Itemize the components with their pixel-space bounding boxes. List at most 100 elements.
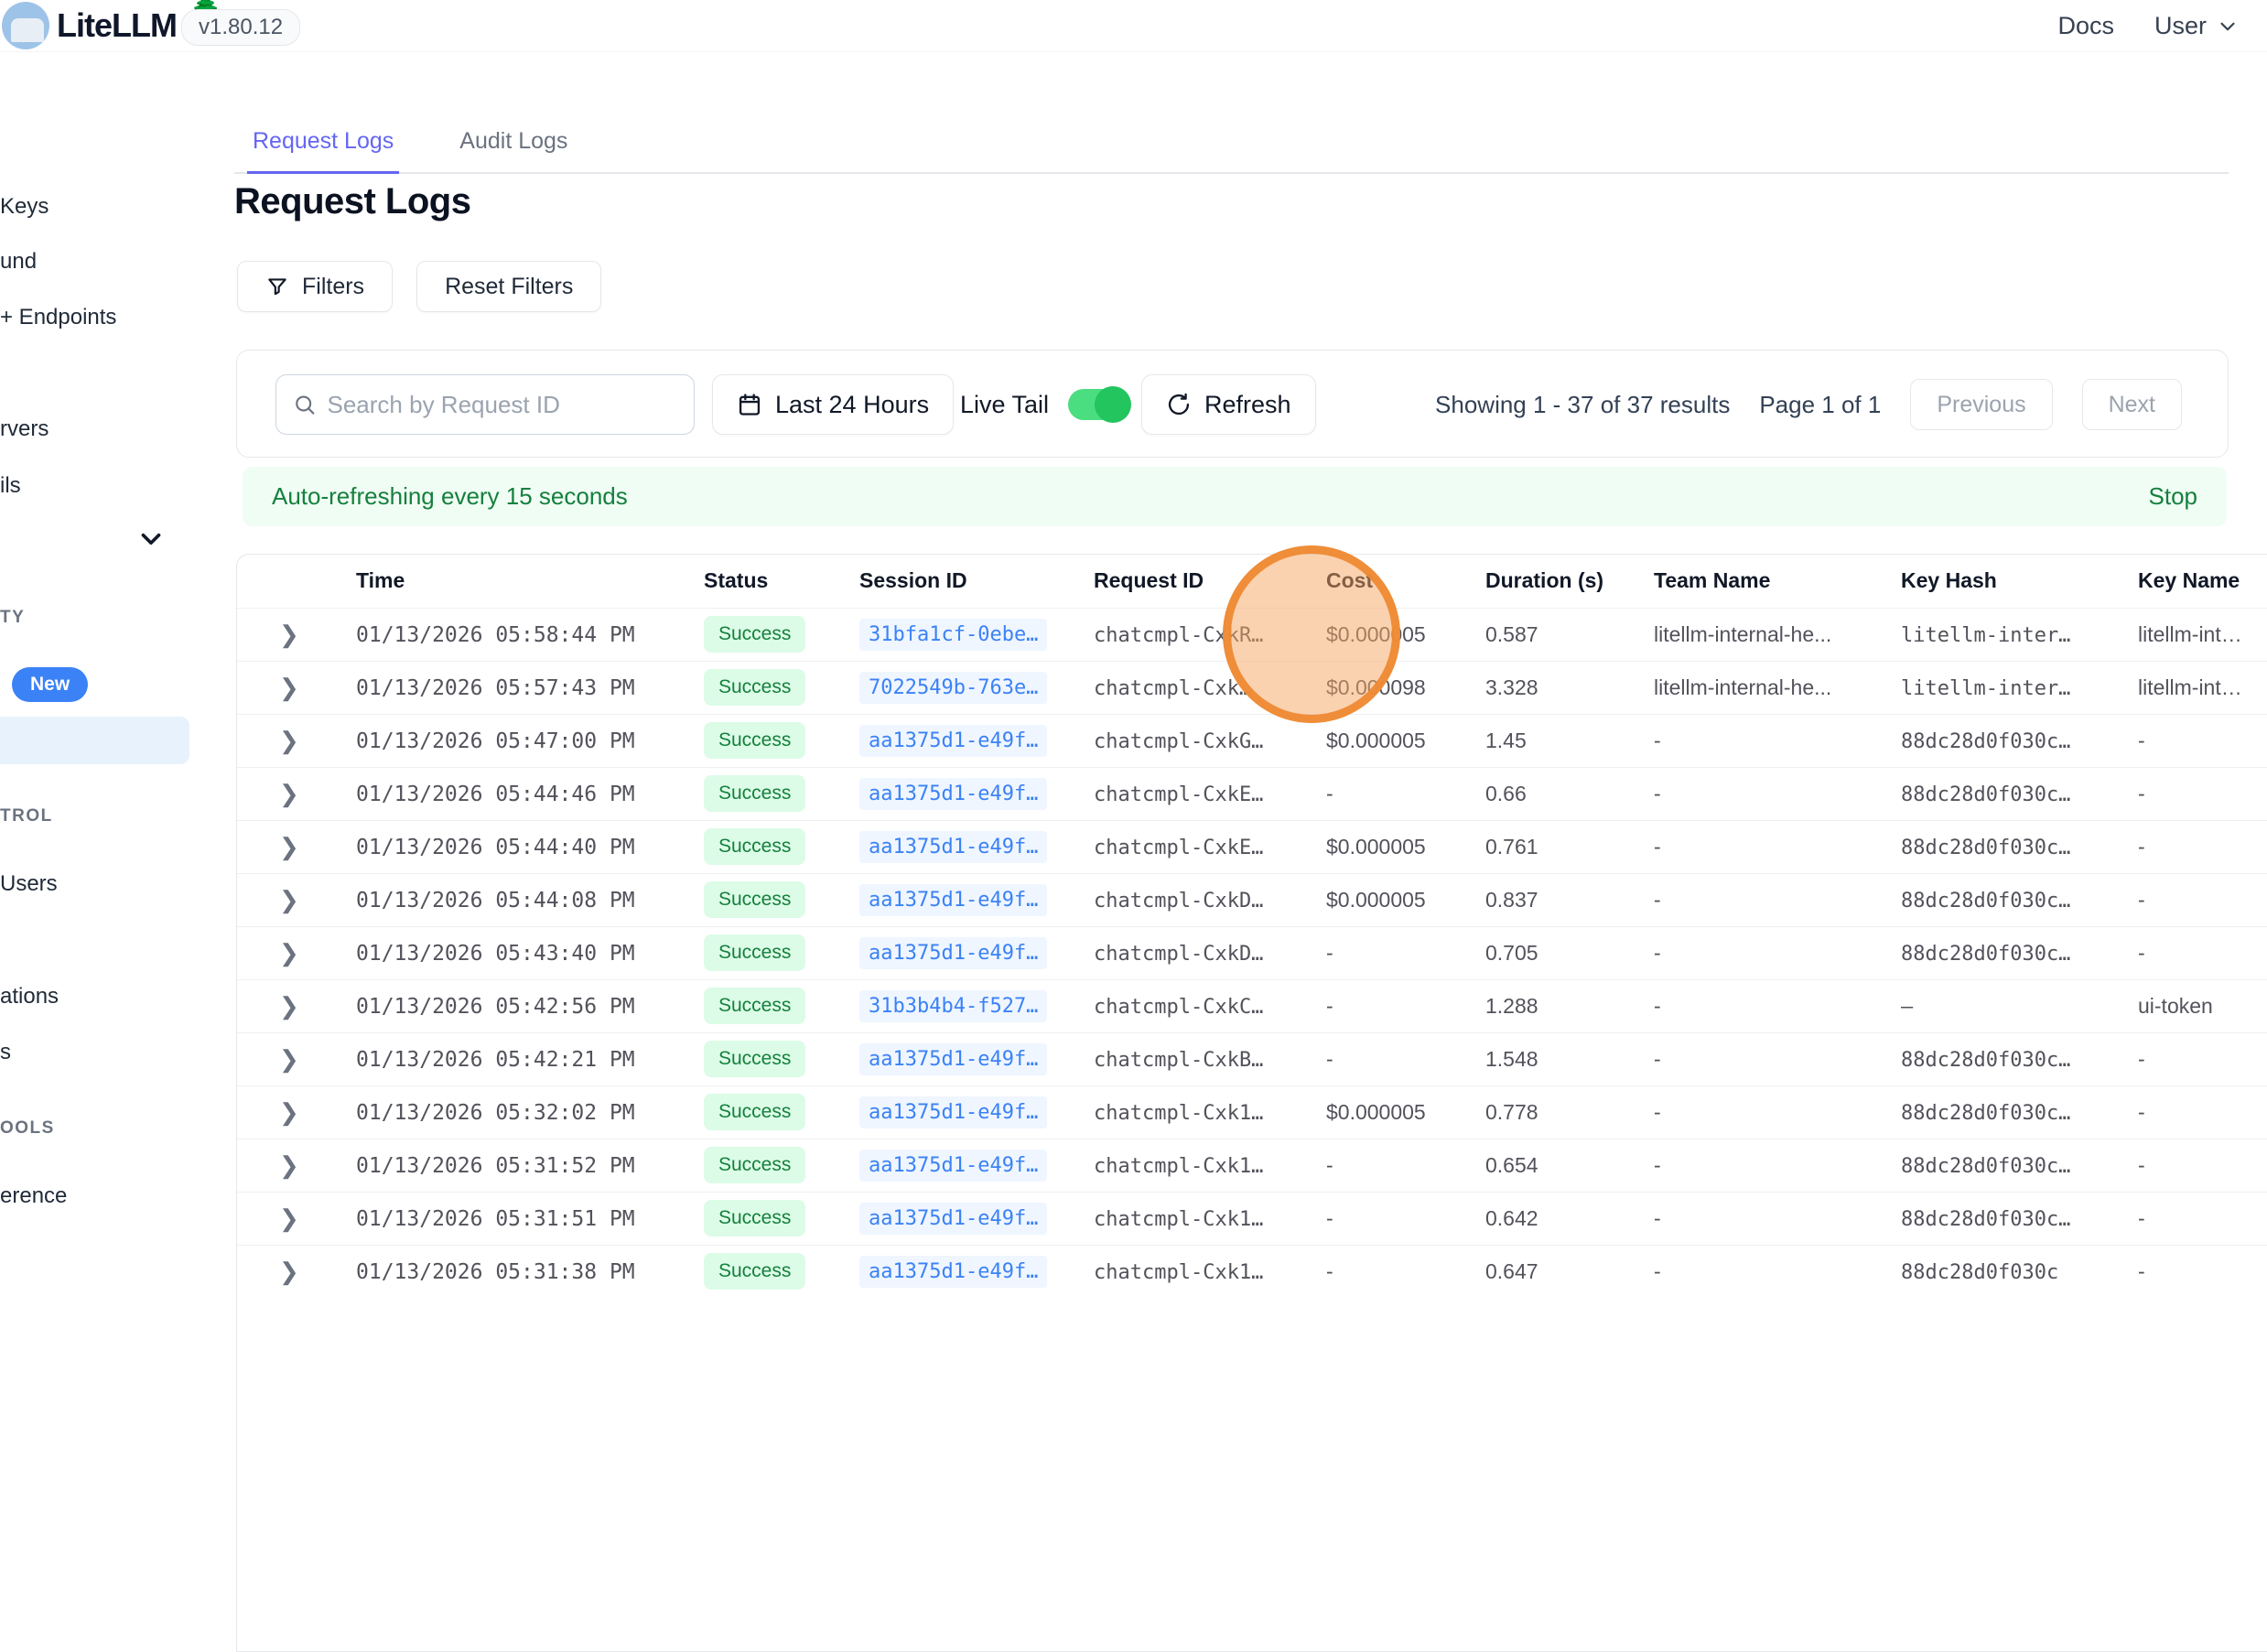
- filters-button[interactable]: Filters: [237, 261, 393, 312]
- chevron-right-icon[interactable]: ❯: [279, 1151, 299, 1179]
- session-id-link[interactable]: aa1375d1-e49f…: [859, 1150, 1047, 1182]
- session-id-link[interactable]: 31bfa1cf-0ebe…: [859, 619, 1047, 651]
- session-id-link[interactable]: aa1375d1-e49f…: [859, 1256, 1047, 1288]
- session-id-link[interactable]: 31b3b4b4-f527…: [859, 990, 1047, 1022]
- sidebar-collapse-chevron-icon[interactable]: [135, 524, 167, 555]
- time-cell: 01/13/2026 05:47:00 PM: [356, 729, 635, 753]
- cost-cell: -: [1326, 1206, 1333, 1230]
- sidebar-item-keys[interactable]: Keys: [0, 194, 49, 220]
- sidebar-item-selected[interactable]: [0, 717, 189, 764]
- session-id-link[interactable]: aa1375d1-e49f…: [859, 937, 1047, 969]
- sidebar-item-ations[interactable]: ations: [0, 984, 59, 1010]
- key-hash-cell: 88dc28d0f030c…: [1901, 890, 2070, 912]
- column-header-key-hash: Key Hash: [1901, 555, 2138, 608]
- docs-link[interactable]: Docs: [2057, 12, 2114, 40]
- cost-cell: $0.000005: [1326, 1100, 1426, 1124]
- sidebar-item-endpoints[interactable]: + Endpoints: [0, 305, 116, 330]
- live-tail-toggle[interactable]: [1068, 389, 1128, 420]
- table-row[interactable]: ❯ 01/13/2026 05:31:38 PM Success aa1375d…: [237, 1245, 2267, 1298]
- topbar: LiteLLM 🌲 v1.80.12 Docs User: [0, 0, 2267, 52]
- table-row[interactable]: ❯ 01/13/2026 05:57:43 PM Success 7022549…: [237, 661, 2267, 714]
- session-id-link[interactable]: aa1375d1-e49f…: [859, 884, 1047, 916]
- tab-request-logs[interactable]: Request Logs: [247, 121, 399, 174]
- table-row[interactable]: ❯ 01/13/2026 05:47:00 PM Success aa1375d…: [237, 714, 2267, 767]
- row-expander: ❯: [237, 1085, 356, 1139]
- sidebar-item-new: New: [12, 667, 88, 702]
- key-name-cell: -: [2138, 1206, 2145, 1230]
- chevron-right-icon[interactable]: ❯: [279, 833, 299, 860]
- row-expander: ❯: [237, 1032, 356, 1085]
- table-row[interactable]: ❯ 01/13/2026 05:44:08 PM Success aa1375d…: [237, 873, 2267, 926]
- filters-button-label: Filters: [302, 274, 364, 300]
- table-row[interactable]: ❯ 01/13/2026 05:42:56 PM Success 31b3b4b…: [237, 979, 2267, 1032]
- key-hash-cell: 88dc28d0f030c…: [1901, 730, 2070, 753]
- key-name-cell: -: [2138, 1259, 2145, 1283]
- time-cell: 01/13/2026 05:57:43 PM: [356, 676, 635, 700]
- chevron-right-icon[interactable]: ❯: [279, 1258, 299, 1285]
- key-name-cell: -: [2138, 835, 2145, 858]
- cost-cell: $0.000005: [1326, 729, 1426, 752]
- sidebar-item-erence[interactable]: erence: [0, 1183, 67, 1209]
- status-badge: Success: [704, 669, 805, 706]
- version-badge: v1.80.12: [181, 9, 300, 46]
- table-row[interactable]: ❯ 01/13/2026 05:32:02 PM Success aa1375d…: [237, 1085, 2267, 1139]
- key-name-cell: ui-token: [2138, 994, 2213, 1018]
- table-header-row: TimeStatusSession IDRequest IDCostDurati…: [237, 555, 2267, 608]
- chevron-right-icon[interactable]: ❯: [279, 674, 299, 701]
- sidebar-item-rvers[interactable]: rvers: [0, 416, 49, 442]
- session-id-link[interactable]: aa1375d1-e49f…: [859, 1096, 1047, 1128]
- page-title: Request Logs: [234, 181, 470, 222]
- session-id-link[interactable]: aa1375d1-e49f…: [859, 778, 1047, 810]
- team-name-cell: litellm-internal-he...: [1654, 675, 1831, 699]
- chevron-right-icon[interactable]: ❯: [279, 780, 299, 807]
- table-row[interactable]: ❯ 01/13/2026 05:44:46 PM Success aa1375d…: [237, 767, 2267, 820]
- sidebar-item-s[interactable]: s: [0, 1040, 11, 1065]
- refresh-button[interactable]: Refresh: [1141, 374, 1316, 435]
- table-row[interactable]: ❯ 01/13/2026 05:31:51 PM Success aa1375d…: [237, 1192, 2267, 1245]
- key-name-cell: -: [2138, 1100, 2145, 1124]
- chevron-right-icon[interactable]: ❯: [279, 1045, 299, 1073]
- status-badge: Success: [704, 934, 805, 971]
- team-name-cell: -: [1654, 729, 1661, 752]
- session-id-link[interactable]: aa1375d1-e49f…: [859, 725, 1047, 757]
- calendar-icon: [737, 392, 762, 417]
- sidebar-item-users[interactable]: Users: [0, 871, 58, 897]
- chevron-right-icon[interactable]: ❯: [279, 886, 299, 913]
- row-expander: ❯: [237, 979, 356, 1032]
- search-icon: [293, 392, 317, 417]
- sidebar-item-ils[interactable]: ils: [0, 473, 21, 499]
- chevron-right-icon[interactable]: ❯: [279, 727, 299, 754]
- search-input[interactable]: [328, 391, 678, 419]
- previous-button[interactable]: Previous: [1910, 379, 2052, 430]
- logs-table-body: ❯ 01/13/2026 05:58:44 PM Success 31bfa1c…: [237, 608, 2267, 1298]
- chevron-right-icon[interactable]: ❯: [279, 992, 299, 1020]
- user-menu-label: User: [2154, 12, 2207, 40]
- live-tail-label: Live Tail: [960, 351, 1049, 459]
- table-row[interactable]: ❯ 01/13/2026 05:42:21 PM Success aa1375d…: [237, 1032, 2267, 1085]
- session-id-link[interactable]: 7022549b-763e…: [859, 672, 1047, 704]
- chevron-right-icon[interactable]: ❯: [279, 621, 299, 648]
- table-row[interactable]: ❯ 01/13/2026 05:31:52 PM Success aa1375d…: [237, 1139, 2267, 1192]
- chevron-right-icon[interactable]: ❯: [279, 1098, 299, 1126]
- next-button[interactable]: Next: [2082, 379, 2182, 430]
- stop-auto-refresh-link[interactable]: Stop: [2149, 482, 2198, 511]
- table-row[interactable]: ❯ 01/13/2026 05:58:44 PM Success 31bfa1c…: [237, 608, 2267, 661]
- logs-table-card: TimeStatusSession IDRequest IDCostDurati…: [236, 554, 2267, 1652]
- duration-cell: 1.548: [1485, 1047, 1538, 1071]
- team-name-cell: -: [1654, 1259, 1661, 1283]
- table-row[interactable]: ❯ 01/13/2026 05:44:40 PM Success aa1375d…: [237, 820, 2267, 873]
- time-range-button[interactable]: Last 24 Hours: [712, 374, 954, 435]
- table-row[interactable]: ❯ 01/13/2026 05:43:40 PM Success aa1375d…: [237, 926, 2267, 979]
- session-id-link[interactable]: aa1375d1-e49f…: [859, 1043, 1047, 1075]
- chevron-right-icon[interactable]: ❯: [279, 1204, 299, 1232]
- tab-audit-logs[interactable]: Audit Logs: [454, 121, 573, 172]
- user-menu[interactable]: User: [2154, 12, 2240, 40]
- session-id-link[interactable]: aa1375d1-e49f…: [859, 831, 1047, 863]
- reset-filters-button[interactable]: Reset Filters: [416, 261, 601, 312]
- refresh-label: Refresh: [1204, 391, 1291, 419]
- logs-table: TimeStatusSession IDRequest IDCostDurati…: [237, 555, 2267, 1298]
- session-id-link[interactable]: aa1375d1-e49f…: [859, 1203, 1047, 1235]
- chevron-right-icon[interactable]: ❯: [279, 939, 299, 966]
- key-name-cell: -: [2138, 1047, 2145, 1071]
- sidebar-item-und[interactable]: und: [0, 249, 37, 275]
